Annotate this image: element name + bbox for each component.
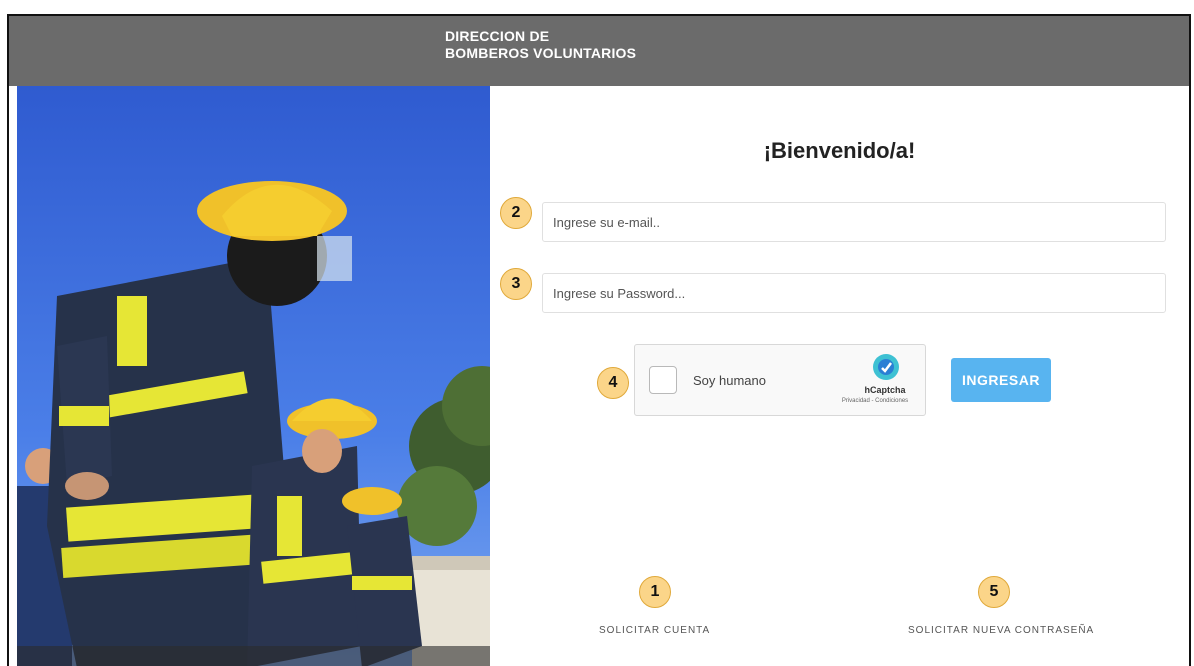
- hcaptcha-logo-icon: [873, 354, 899, 380]
- brand-title: DIRECCION DE BOMBEROS VOLUNTARIOS: [445, 28, 636, 62]
- request-password-link[interactable]: SOLICITAR NUEVA CONTRASEÑA: [908, 625, 1094, 636]
- password-input[interactable]: [542, 273, 1166, 313]
- callout-5: 5: [978, 576, 1010, 608]
- app-frame: DIRECCION DE BOMBEROS VOLUNTARIOS ¡Bienv…: [7, 14, 1191, 666]
- captcha-brand: hCaptcha: [864, 385, 906, 395]
- callout-2: 2: [500, 197, 532, 229]
- login-button[interactable]: INGRESAR: [951, 358, 1051, 402]
- email-input[interactable]: [542, 202, 1166, 242]
- welcome-heading: ¡Bienvenido/a!: [763, 138, 916, 163]
- brand-line-1: DIRECCION DE: [445, 28, 550, 44]
- captcha-label: Soy humano: [693, 373, 766, 388]
- callout-4: 4: [597, 367, 629, 399]
- hcaptcha-widget: Soy humano hCaptcha Privacidad - Condici…: [634, 344, 926, 416]
- callout-3: 3: [500, 268, 532, 300]
- captcha-checkbox[interactable]: [649, 366, 677, 394]
- firefighters-photo: [17, 86, 490, 666]
- brand-line-2: BOMBEROS VOLUNTARIOS: [445, 45, 637, 61]
- login-panel: ¡Bienvenido/a! 2 3 4 Soy humano hCaptcha…: [490, 86, 1189, 666]
- callout-1: 1: [639, 576, 671, 608]
- captcha-links: Privacidad - Condiciones: [841, 398, 909, 404]
- request-account-link[interactable]: SOLICITAR CUENTA: [599, 625, 710, 636]
- top-bar: DIRECCION DE BOMBEROS VOLUNTARIOS: [9, 16, 1189, 86]
